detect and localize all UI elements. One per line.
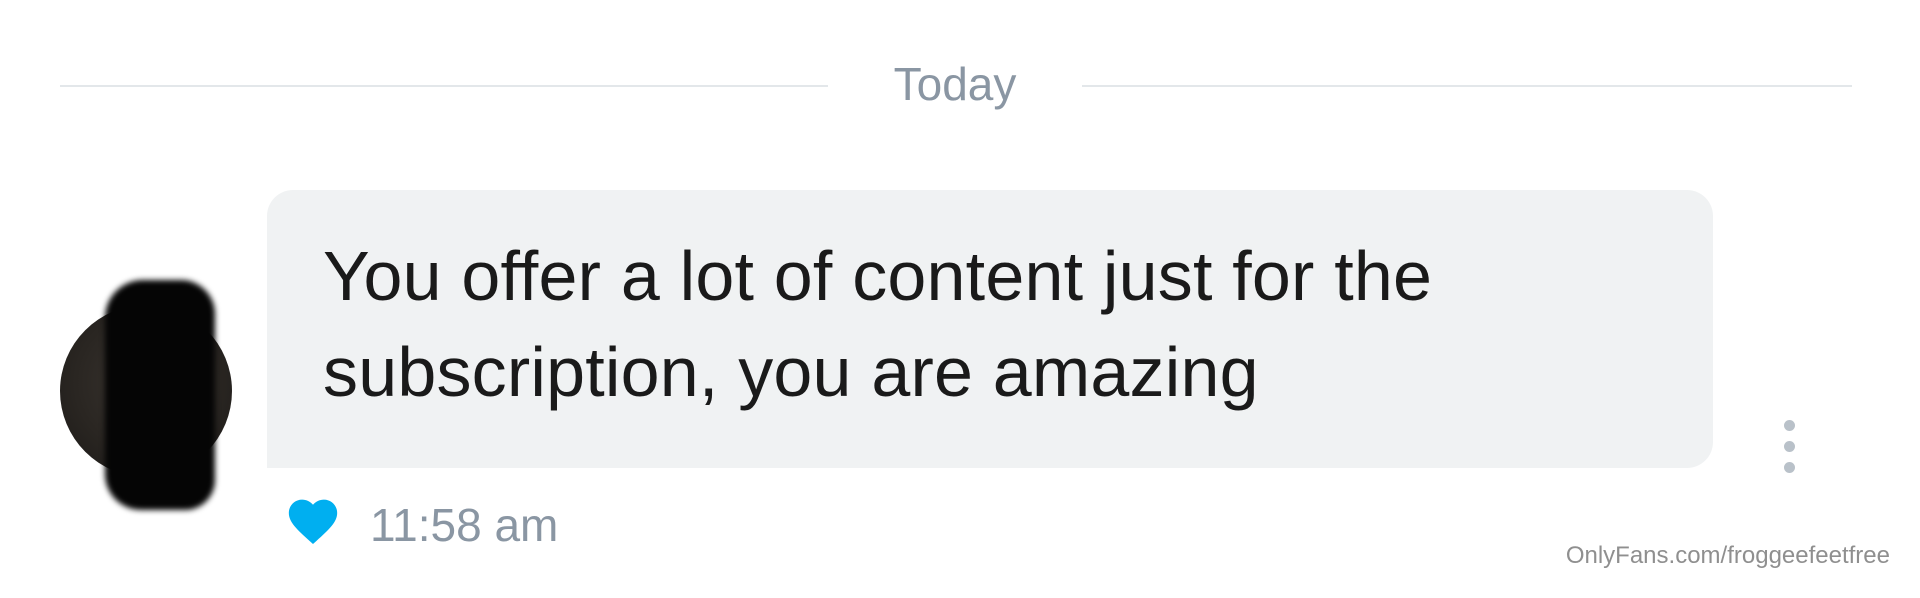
more-dot (1784, 420, 1795, 431)
avatar[interactable] (60, 280, 232, 510)
more-dot (1784, 441, 1795, 452)
more-vertical-icon[interactable] (1778, 420, 1800, 474)
divider-line-right (1082, 85, 1852, 87)
watermark: OnlyFans.com/froggeefeetfree (1565, 542, 1890, 569)
divider-line-left (60, 85, 828, 87)
message-timestamp: 11:58 am (370, 499, 559, 551)
avatar-obscured-overlay (105, 280, 215, 510)
heart-icon-svg (288, 499, 338, 545)
heart-icon[interactable] (284, 492, 342, 546)
more-dot (1784, 462, 1795, 473)
message-text: You offer a lot of content just for the … (323, 237, 1433, 411)
date-divider-label: Today (893, 58, 1017, 110)
message-bubble[interactable]: You offer a lot of content just for the … (267, 190, 1713, 468)
